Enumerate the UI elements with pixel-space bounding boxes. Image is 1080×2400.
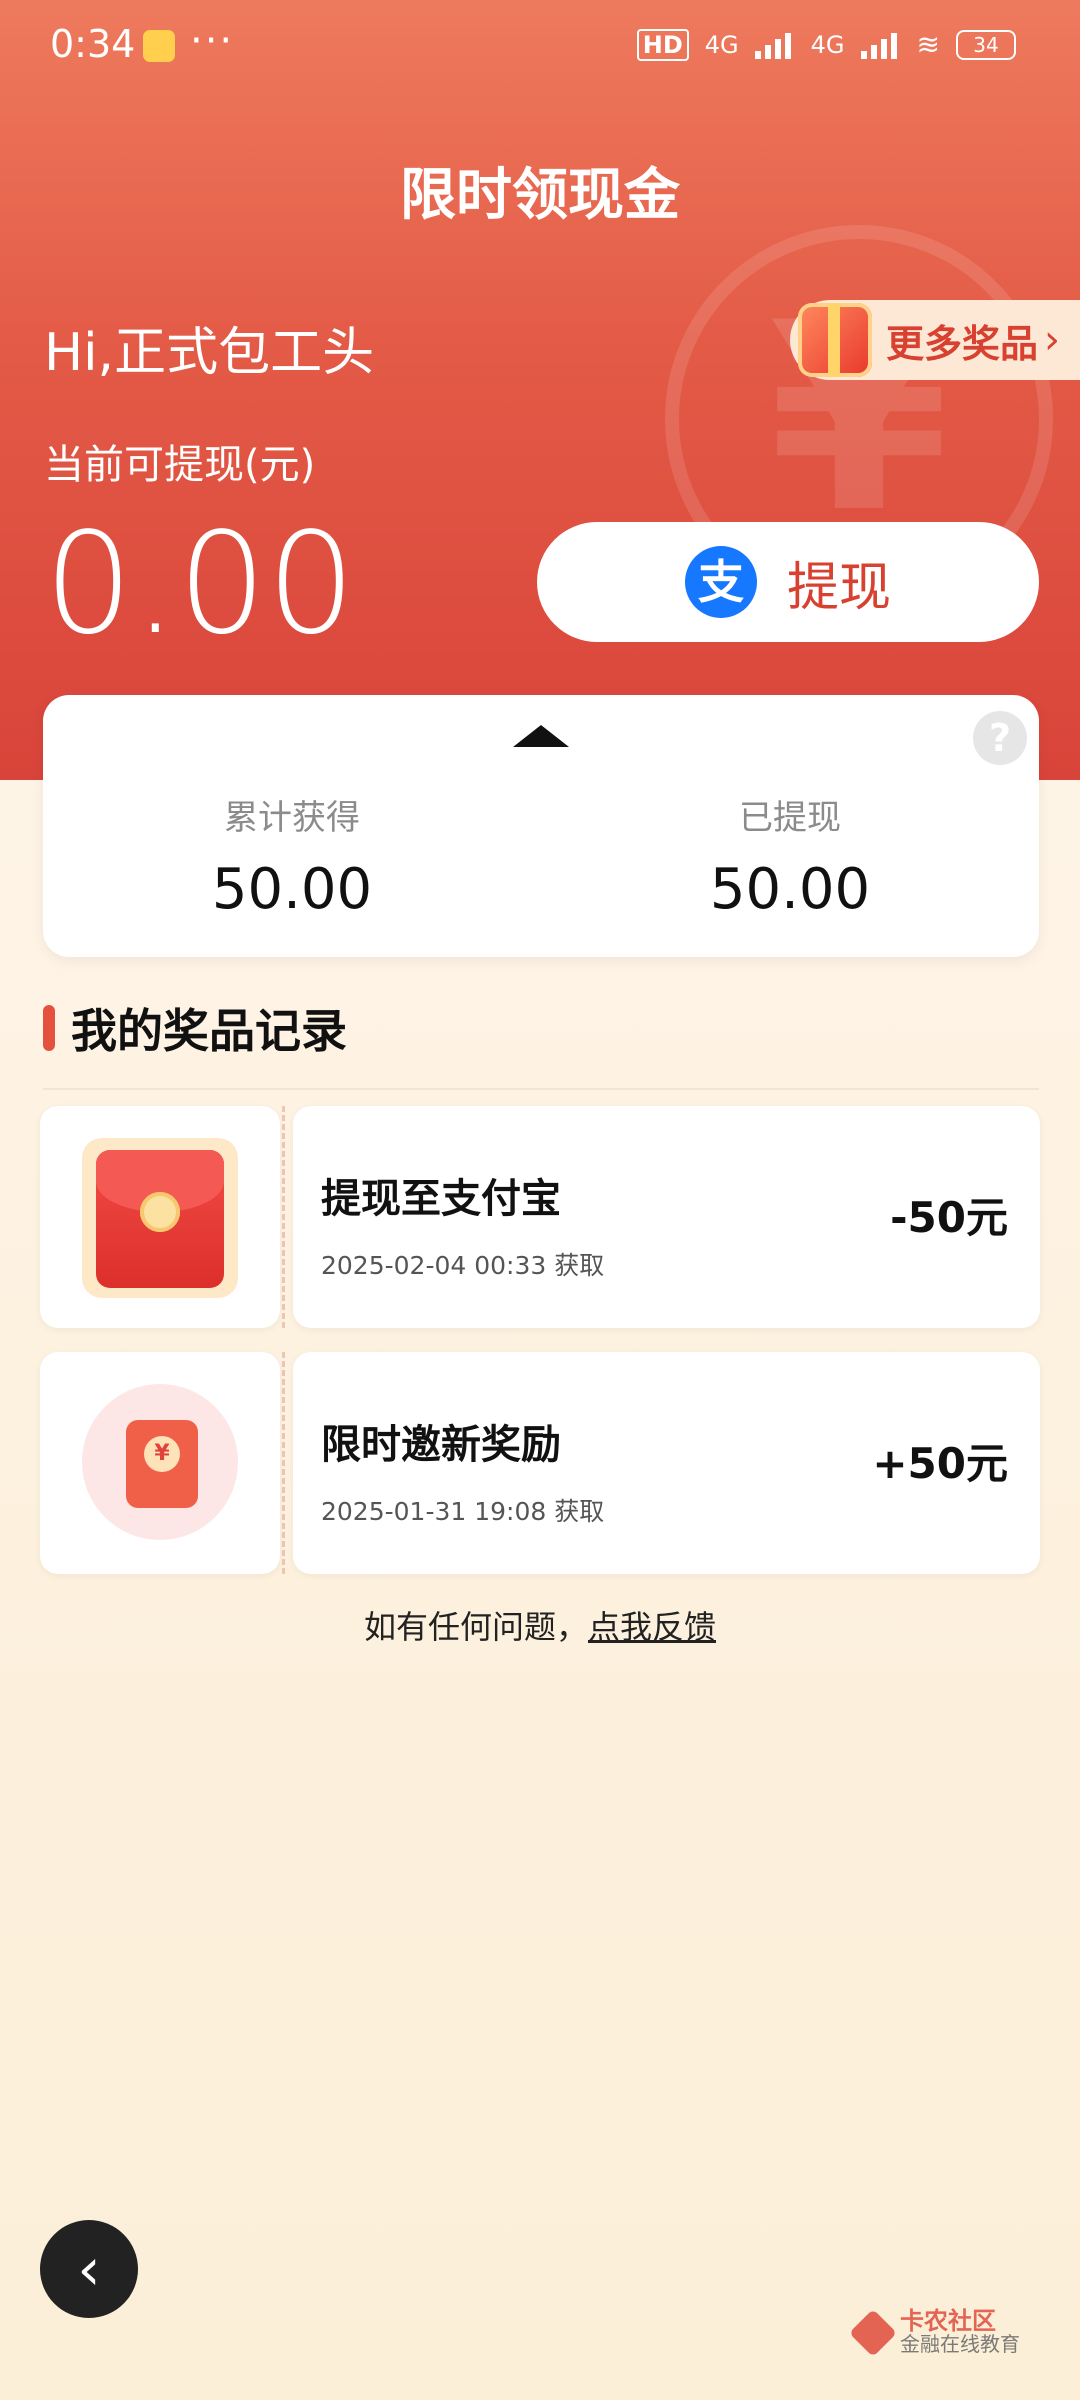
alipay-icon: 支	[684, 546, 757, 618]
brand-name: 卡农社区	[900, 2307, 996, 2335]
feedback-link[interactable]: 点我反馈	[588, 1608, 716, 1646]
signal-icon-2	[860, 31, 901, 59]
stat-total-value: 50.00	[211, 857, 373, 922]
record-item[interactable]: ¥ 限时邀新奖励 2025-01-31 19:08 获取 +50元	[40, 1352, 1040, 1574]
brand-text: 卡农社区 金融在线教育	[900, 2307, 1020, 2356]
network-label-2: 4G	[810, 30, 845, 59]
stat-withdrawn-value: 50.00	[709, 857, 871, 922]
brand-tagline: 金融在线教育	[900, 2332, 1020, 2356]
feedback-prefix: 如有任何问题，	[363, 1608, 588, 1646]
record-thumbnail: ¥	[40, 1352, 280, 1574]
brand-logo-icon	[848, 2308, 898, 2357]
record-amount: +50元	[872, 1439, 1008, 1488]
balance-value: 0.00	[44, 503, 356, 666]
network-label-1: 4G	[704, 30, 739, 59]
more-prizes-label: 更多奖品	[886, 321, 1039, 366]
battery-icon: 34	[956, 29, 1016, 60]
record-detail: 限时邀新奖励 2025-01-31 19:08 获取 +50元	[293, 1352, 1040, 1574]
chevron-right-icon: ›	[1044, 317, 1061, 363]
more-prizes-button[interactable]: 更多奖品 ›	[790, 300, 1080, 380]
caret-up-icon	[513, 725, 569, 747]
user-greeting: Hi,正式包工头	[44, 323, 375, 383]
divider	[43, 1088, 1039, 1090]
record-date: 2025-01-31 19:08 获取	[321, 1497, 605, 1526]
brand-watermark: 卡农社区 金融在线教育	[848, 2307, 1020, 2357]
record-name: 限时邀新奖励	[321, 1422, 561, 1468]
hd-icon: HD	[636, 28, 689, 61]
stats-card: ? 累计获得 50.00 已提现 50.00	[43, 695, 1039, 957]
help-icon[interactable]: ?	[973, 711, 1027, 765]
stat-withdrawn: 已提现 50.00	[541, 790, 1039, 922]
status-icons: HD 4G 4G ≋ 34	[636, 28, 1016, 61]
record-thumbnail	[40, 1106, 280, 1328]
record-amount: -50元	[890, 1193, 1008, 1242]
stat-withdrawn-label: 已提现	[739, 798, 841, 838]
red-envelope-yen-icon: ¥	[82, 1384, 238, 1540]
records-section-title: 我的奖品记录	[71, 1004, 347, 1058]
feedback-note: 如有任何问题，点我反馈	[0, 1602, 1080, 1648]
section-accent-bar	[43, 1005, 55, 1051]
dashed-separator	[282, 1352, 291, 1574]
more-notifications-icon: ···	[190, 18, 235, 64]
record-date: 2025-02-04 00:33 获取	[321, 1251, 605, 1280]
record-item[interactable]: 提现至支付宝 2025-02-04 00:33 获取 -50元	[40, 1106, 1040, 1328]
withdraw-button[interactable]: 支 提现	[537, 522, 1039, 642]
withdraw-label: 提现	[786, 557, 891, 618]
page-title: 限时领现金	[400, 163, 680, 228]
records-section-header: 我的奖品记录	[43, 995, 347, 1061]
wifi-icon: ≋	[916, 28, 940, 61]
back-button[interactable]: ‹	[40, 2220, 138, 2318]
stat-total-label: 累计获得	[224, 798, 360, 838]
gift-icon	[798, 303, 872, 377]
signal-icon	[754, 31, 795, 59]
status-time: 0:34	[50, 22, 136, 66]
stat-total: 累计获得 50.00	[43, 790, 541, 922]
balance-label: 当前可提现(元)	[44, 442, 316, 488]
dashed-separator	[282, 1106, 291, 1328]
status-bar: 0:34 ··· HD 4G 4G ≋ 34	[0, 0, 1080, 95]
record-name: 提现至支付宝	[321, 1176, 561, 1222]
notification-app-icon	[143, 30, 175, 62]
red-envelope-icon	[82, 1138, 238, 1298]
record-detail: 提现至支付宝 2025-02-04 00:33 获取 -50元	[293, 1106, 1040, 1328]
